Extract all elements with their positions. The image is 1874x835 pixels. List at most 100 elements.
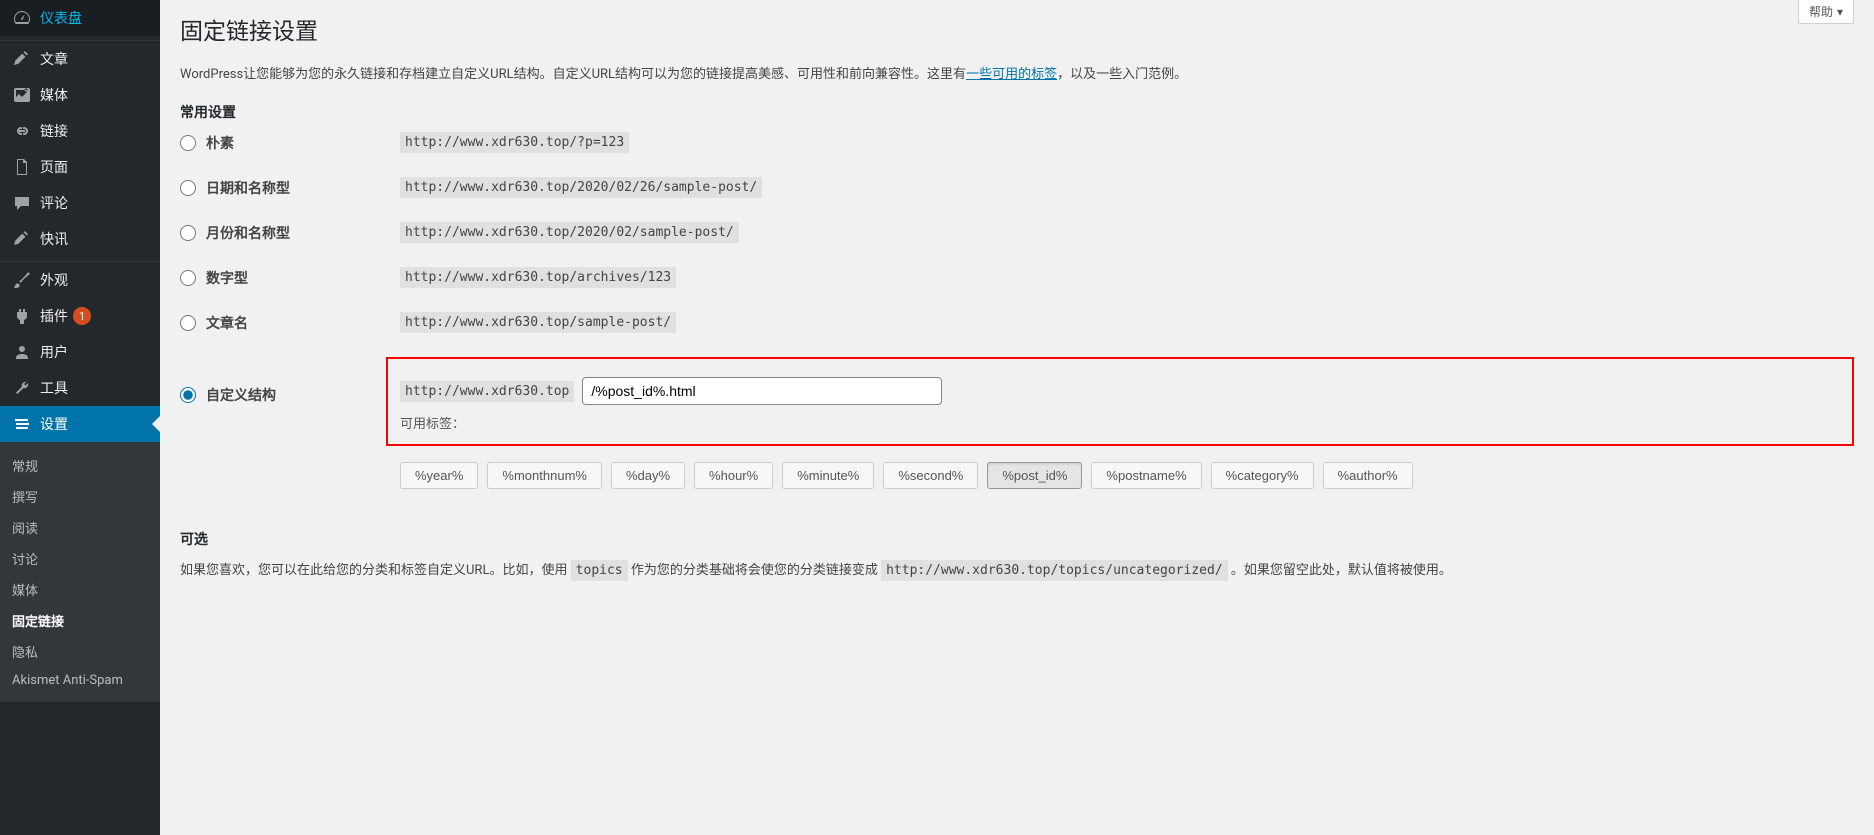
radio-plain[interactable] (180, 135, 196, 151)
permalink-option-plain: 朴素 http://www.xdr630.top/?p=123 (180, 132, 1854, 153)
help-label: 帮助 (1809, 3, 1833, 20)
site-url-prefix: http://www.xdr630.top (400, 381, 574, 402)
radio-monthname[interactable] (180, 225, 196, 241)
submenu-writing[interactable]: 撰写 (0, 481, 160, 512)
code-topics-url: http://www.xdr630.top/topics/uncategoriz… (881, 560, 1228, 581)
help-tab[interactable]: 帮助 ▾ (1798, 0, 1854, 24)
submenu-akismet[interactable]: Akismet Anti-Spam (0, 667, 160, 694)
submenu-general[interactable]: 常规 (0, 450, 160, 481)
option-label: 朴素 (206, 133, 234, 153)
custom-right-wrap: http://www.xdr630.top 可用标签： %year% %mont… (400, 357, 1854, 489)
desc-post: ，以及一些入门范例。 (1057, 67, 1187, 82)
tag-author[interactable]: %author% (1323, 462, 1413, 489)
tag-day[interactable]: %day% (611, 462, 685, 489)
radio-dayname[interactable] (180, 180, 196, 196)
permalink-label[interactable]: 文章名 (180, 313, 400, 333)
comment-icon (12, 193, 32, 213)
submenu-reading[interactable]: 阅读 (0, 512, 160, 543)
menu-settings[interactable]: 设置 (0, 406, 160, 442)
menu-label: 文章 (40, 49, 68, 69)
dashboard-icon (12, 8, 32, 28)
permalink-option-monthname: 月份和名称型 http://www.xdr630.top/2020/02/sam… (180, 222, 1854, 243)
radio-numeric[interactable] (180, 270, 196, 286)
tag-buttons-row: %year% %monthnum% %day% %hour% %minute% … (400, 462, 1854, 489)
option-label: 文章名 (206, 313, 248, 333)
menu-label: 快讯 (40, 229, 68, 249)
plugin-update-badge: 1 (73, 307, 91, 325)
menu-links[interactable]: 链接 (0, 113, 160, 149)
optional-title: 可选 (180, 529, 1854, 549)
menu-label: 链接 (40, 121, 68, 141)
tag-post-id[interactable]: %post_id% (987, 462, 1082, 489)
tag-postname[interactable]: %postname% (1091, 462, 1201, 489)
menu-pages[interactable]: 页面 (0, 149, 160, 185)
permalink-example-wrap: http://www.xdr630.top/?p=123 (400, 132, 1854, 153)
menu-label: 评论 (40, 193, 68, 213)
option-label: 自定义结构 (206, 385, 276, 405)
desc-pre: WordPress让您能够为您的永久链接和存档建立自定义URL结构。自定义URL… (180, 67, 966, 82)
menu-label: 工具 (40, 378, 68, 398)
permalink-label[interactable]: 月份和名称型 (180, 223, 400, 243)
plugin-icon (12, 306, 32, 326)
menu-tools[interactable]: 工具 (0, 370, 160, 406)
admin-sidebar: 仪表盘 文章 媒体 链接 页面 评论 快讯 外观 插件 1 用户 工具 (0, 0, 160, 835)
menu-appearance[interactable]: 外观 (0, 262, 160, 298)
optional-description: 如果您喜欢，您可以在此给您的分类和标签自定义URL。比如，使用 topics 作… (180, 559, 1854, 581)
tags-doc-link[interactable]: 一些可用的标签 (966, 67, 1057, 82)
tag-hour[interactable]: %hour% (694, 462, 773, 489)
menu-media[interactable]: 媒体 (0, 77, 160, 113)
menu-label: 用户 (40, 342, 68, 362)
permalink-label[interactable]: 数字型 (180, 268, 400, 288)
tag-monthnum[interactable]: %monthnum% (487, 462, 602, 489)
menu-news[interactable]: 快讯 (0, 221, 160, 257)
media-icon (12, 85, 32, 105)
radio-custom[interactable] (180, 387, 196, 403)
submenu-discussion[interactable]: 讨论 (0, 543, 160, 574)
permalink-example-wrap: http://www.xdr630.top/2020/02/26/sample-… (400, 177, 1854, 198)
common-settings-title: 常用设置 (180, 102, 1854, 122)
available-tags-label: 可用标签： (400, 413, 1838, 432)
permalink-option-postname: 文章名 http://www.xdr630.top/sample-post/ (180, 312, 1854, 333)
main-content: 帮助 ▾ 固定链接设置 WordPress让您能够为您的永久链接和存档建立自定义… (160, 0, 1874, 835)
permalink-example-wrap: http://www.xdr630.top/sample-post/ (400, 312, 1854, 333)
permalink-example: http://www.xdr630.top/2020/02/26/sample-… (400, 177, 762, 198)
pin-icon (12, 229, 32, 249)
opt-pre: 如果您喜欢，您可以在此给您的分类和标签自定义URL。比如，使用 (180, 563, 571, 578)
permalink-label[interactable]: 日期和名称型 (180, 178, 400, 198)
wrench-icon (12, 378, 32, 398)
link-icon (12, 121, 32, 141)
menu-label: 仪表盘 (40, 8, 82, 28)
menu-users[interactable]: 用户 (0, 334, 160, 370)
permalink-example-wrap: http://www.xdr630.top/2020/02/sample-pos… (400, 222, 1854, 243)
settings-submenu: 常规 撰写 阅读 讨论 媒体 固定链接 隐私 Akismet Anti-Spam (0, 442, 160, 702)
help-tab-wrap: 帮助 ▾ (1798, 0, 1854, 24)
submenu-media[interactable]: 媒体 (0, 574, 160, 605)
tag-year[interactable]: %year% (400, 462, 478, 489)
custom-highlight-box: http://www.xdr630.top 可用标签： (386, 357, 1854, 446)
custom-input-line: http://www.xdr630.top (400, 377, 1838, 405)
permalink-example: http://www.xdr630.top/sample-post/ (400, 312, 676, 333)
tag-category[interactable]: %category% (1211, 462, 1314, 489)
radio-postname[interactable] (180, 315, 196, 331)
menu-dashboard[interactable]: 仪表盘 (0, 0, 160, 36)
user-icon (12, 342, 32, 362)
option-label: 日期和名称型 (206, 178, 290, 198)
submenu-permalinks[interactable]: 固定链接 (0, 605, 160, 636)
option-label: 数字型 (206, 268, 248, 288)
tag-minute[interactable]: %minute% (782, 462, 874, 489)
permalink-option-numeric: 数字型 http://www.xdr630.top/archives/123 (180, 267, 1854, 288)
menu-plugins[interactable]: 插件 1 (0, 298, 160, 334)
permalink-label[interactable]: 自定义结构 (180, 357, 400, 405)
menu-label: 页面 (40, 157, 68, 177)
menu-label: 外观 (40, 270, 68, 290)
settings-icon (12, 414, 32, 434)
permalink-label[interactable]: 朴素 (180, 133, 400, 153)
permalink-option-custom: 自定义结构 http://www.xdr630.top 可用标签： %year%… (180, 357, 1854, 489)
opt-post: 。如果您留空此处，默认值将被使用。 (1228, 563, 1452, 578)
menu-comments[interactable]: 评论 (0, 185, 160, 221)
page-description: WordPress让您能够为您的永久链接和存档建立自定义URL结构。自定义URL… (180, 63, 1854, 82)
custom-structure-input[interactable] (582, 377, 942, 405)
submenu-privacy[interactable]: 隐私 (0, 636, 160, 667)
menu-posts[interactable]: 文章 (0, 41, 160, 77)
tag-second[interactable]: %second% (883, 462, 978, 489)
